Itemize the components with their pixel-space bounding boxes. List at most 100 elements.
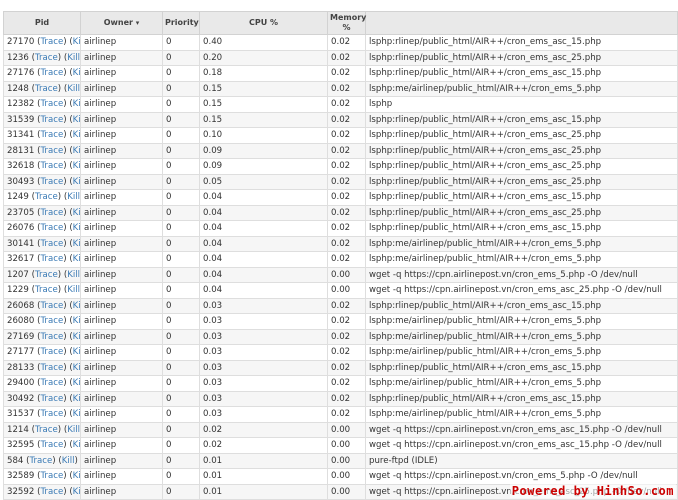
owner-cell: airlinep (80, 328, 163, 345)
kill-link[interactable]: Kill (73, 316, 80, 326)
pid-value: 32592 (7, 486, 35, 497)
header-cpu[interactable]: CPU % (199, 11, 328, 35)
cpu-cell: 0.01 (199, 483, 328, 500)
trace-link[interactable]: Trace (35, 84, 58, 94)
priority-cell: 0 (162, 468, 200, 485)
trace-link[interactable]: Trace (40, 161, 63, 171)
kill-link[interactable]: Kill (73, 332, 80, 342)
table-row: 29400 (Trace) (Kill)airlinep00.030.02lsp… (3, 375, 678, 392)
trace-link[interactable]: Trace (40, 316, 63, 326)
trace-link[interactable]: Trace (35, 53, 58, 63)
priority-cell: 0 (162, 173, 200, 190)
kill-link[interactable]: Kill (73, 130, 80, 140)
table-row: 30492 (Trace) (Kill)airlinep00.030.02lsp… (3, 390, 678, 407)
kill-link[interactable]: Kill (73, 208, 80, 218)
cpu-cell: 0.03 (199, 406, 328, 423)
memory-cell: 0.02 (327, 96, 366, 113)
kill-link[interactable]: Kill (73, 487, 80, 497)
command-cell: lsphp:rlinep/public_html/AIR++/cron_ems_… (365, 359, 678, 376)
kill-link[interactable]: Kill (73, 223, 80, 233)
cpu-cell: 0.03 (199, 313, 328, 330)
command-cell: lsphp:rlinep/public_html/AIR++/cron_ems_… (365, 220, 678, 237)
trace-link[interactable]: Trace (40, 239, 63, 249)
trace-link[interactable]: Trace (40, 146, 63, 156)
kill-link[interactable]: Kill (73, 177, 80, 187)
kill-link[interactable]: Kill (67, 192, 79, 202)
kill-link[interactable]: Kill (73, 161, 80, 171)
kill-link[interactable]: Kill (67, 84, 79, 94)
pid-value: 1236 (7, 52, 29, 63)
priority-cell: 0 (162, 204, 200, 221)
owner-cell: airlinep (80, 483, 163, 500)
trace-link[interactable]: Trace (40, 487, 63, 497)
trace-link[interactable]: Trace (40, 471, 63, 481)
priority-cell: 0 (162, 437, 200, 454)
trace-link[interactable]: Trace (40, 378, 63, 388)
pid-value: 28133 (7, 362, 35, 373)
kill-link[interactable]: Kill (73, 37, 80, 47)
trace-link[interactable]: Trace (30, 456, 53, 466)
kill-link[interactable]: Kill (67, 53, 79, 63)
trace-link[interactable]: Trace (40, 177, 63, 187)
kill-link[interactable]: Kill (67, 285, 79, 295)
trace-link[interactable]: Trace (40, 409, 63, 419)
header-memory[interactable]: Memory% (327, 11, 366, 35)
command-cell: lsphp:me/airlinep/public_html/AIR++/cron… (365, 313, 678, 330)
trace-link[interactable]: Trace (40, 68, 63, 78)
kill-link[interactable]: Kill (73, 440, 80, 450)
trace-link[interactable]: Trace (40, 115, 63, 125)
trace-link[interactable]: Trace (40, 223, 63, 233)
table-row: 27176 (Trace) (Kill)airlinep00.180.02lsp… (3, 65, 678, 82)
owner-cell: airlinep (80, 297, 163, 314)
kill-link[interactable]: Kill (62, 456, 75, 466)
pid-value: 31537 (7, 409, 35, 420)
kill-link[interactable]: Kill (73, 409, 80, 419)
trace-link[interactable]: Trace (40, 99, 63, 109)
kill-link[interactable]: Kill (73, 378, 80, 388)
pid-value: 29400 (7, 378, 35, 389)
trace-link[interactable]: Trace (40, 130, 63, 140)
kill-link[interactable]: Kill (73, 115, 80, 125)
cpu-cell: 0.09 (199, 158, 328, 175)
pid-cell: 1236 (Trace) (Kill) (3, 49, 81, 66)
trace-link[interactable]: Trace (35, 285, 58, 295)
trace-link[interactable]: Trace (40, 254, 63, 264)
trace-link[interactable]: Trace (40, 347, 63, 357)
kill-link[interactable]: Kill (73, 99, 80, 109)
trace-link[interactable]: Trace (35, 425, 58, 435)
trace-link[interactable]: Trace (40, 208, 63, 218)
command-cell: wget -q https://cpn.airlinepost.vn/cron_… (365, 421, 678, 438)
trace-link[interactable]: Trace (40, 394, 63, 404)
pid-cell: 31341 (Trace) (Kill) (3, 127, 81, 144)
header-pid[interactable]: Pid (3, 11, 81, 35)
kill-link[interactable]: Kill (67, 270, 79, 280)
kill-link[interactable]: Kill (73, 347, 80, 357)
kill-link[interactable]: Kill (73, 394, 80, 404)
trace-link[interactable]: Trace (40, 301, 63, 311)
trace-link[interactable]: Trace (35, 270, 58, 280)
header-owner[interactable]: Owner ▾ (80, 11, 163, 35)
command-cell: lsphp:rlinep/public_html/AIR++/cron_ems_… (365, 204, 678, 221)
pid-cell: 28131 (Trace) (Kill) (3, 142, 81, 159)
priority-cell: 0 (162, 266, 200, 283)
trace-link[interactable]: Trace (35, 192, 58, 202)
kill-link[interactable]: Kill (73, 68, 80, 78)
trace-link[interactable]: Trace (40, 332, 63, 342)
kill-link[interactable]: Kill (73, 301, 80, 311)
kill-link[interactable]: Kill (67, 425, 79, 435)
kill-link[interactable]: Kill (73, 471, 80, 481)
kill-link[interactable]: Kill (73, 146, 80, 156)
kill-link[interactable]: Kill (73, 254, 80, 264)
kill-link[interactable]: Kill (73, 363, 80, 373)
trace-link[interactable]: Trace (40, 363, 63, 373)
trace-link[interactable]: Trace (40, 37, 63, 47)
pid-value: 32595 (7, 440, 35, 451)
kill-link[interactable]: Kill (73, 239, 80, 249)
header-priority[interactable]: Priority (162, 11, 200, 35)
command-cell: lsphp:rlinep/public_html/AIR++/cron_ems_… (365, 297, 678, 314)
cpu-cell: 0.09 (199, 142, 328, 159)
owner-cell: airlinep (80, 96, 163, 113)
sort-desc-icon: ▾ (135, 19, 140, 27)
pid-cell: 26076 (Trace) (Kill) (3, 220, 81, 237)
trace-link[interactable]: Trace (40, 440, 63, 450)
